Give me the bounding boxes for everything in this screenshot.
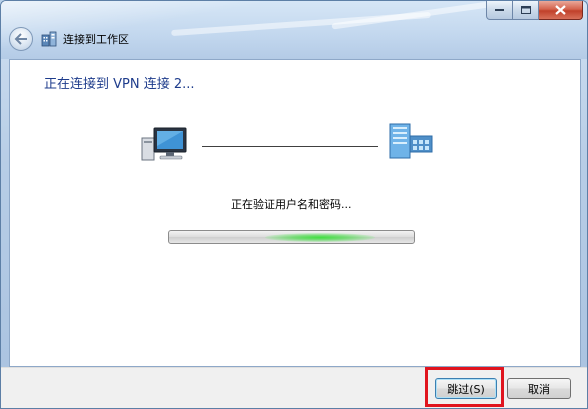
highlight-annotation bbox=[425, 367, 504, 407]
back-button[interactable] bbox=[9, 27, 33, 51]
glass-streak bbox=[331, 1, 511, 30]
page-heading: 正在连接到 VPN 连接 2... bbox=[44, 77, 195, 92]
minimize-icon bbox=[495, 9, 504, 11]
server-icon bbox=[389, 123, 433, 159]
content-panel: 正在连接到 VPN 连接 2... 正在验证用户名和密码... bbox=[9, 59, 581, 367]
title-bar: 连接到工作区 bbox=[1, 1, 587, 59]
minimize-button[interactable] bbox=[486, 1, 513, 20]
caption-buttons bbox=[486, 1, 583, 21]
progress-bar bbox=[168, 230, 415, 244]
status-message: 正在验证用户名和密码... bbox=[231, 198, 352, 211]
navigation-row: 连接到工作区 bbox=[9, 27, 129, 51]
close-icon bbox=[555, 5, 566, 15]
maximize-button[interactable] bbox=[513, 1, 539, 20]
back-arrow-icon bbox=[14, 33, 27, 45]
progress-glow bbox=[265, 233, 375, 242]
wizard-window: 连接到工作区 正在连接到 VPN 连接 2... 正在验证用户名和密码... 跳… bbox=[0, 0, 588, 409]
window-title: 连接到工作区 bbox=[63, 33, 129, 46]
workplace-icon bbox=[41, 31, 57, 47]
close-button[interactable] bbox=[539, 1, 583, 20]
maximize-icon bbox=[520, 6, 531, 14]
cancel-button[interactable]: 取消 bbox=[507, 378, 571, 399]
connection-line bbox=[202, 146, 378, 147]
computer-icon bbox=[141, 127, 187, 161]
